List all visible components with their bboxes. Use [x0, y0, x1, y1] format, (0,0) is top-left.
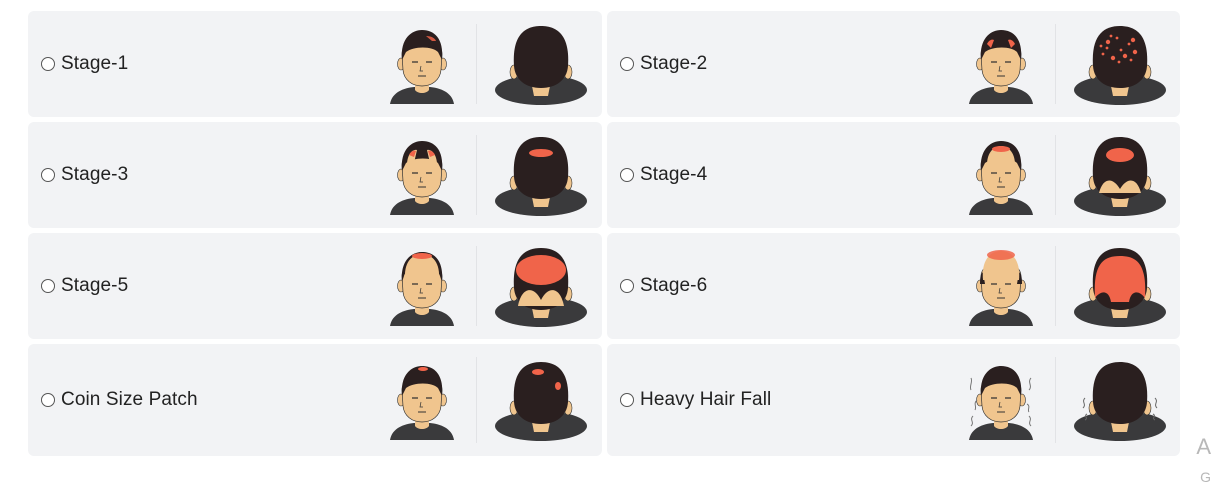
front-head-illustration	[386, 360, 458, 440]
option-label-group[interactable]: Heavy Hair Fall	[620, 389, 771, 411]
top-head-illustration	[494, 22, 588, 106]
divider	[1055, 246, 1056, 326]
corner-text-g: G	[1200, 469, 1211, 485]
front-head-illustration	[386, 24, 458, 104]
option-label-group[interactable]: Stage-5	[41, 275, 128, 297]
hair-stage-grid: Stage-1 Stage-2 Stage-3 Stage-4 Stage-5 …	[28, 11, 1180, 456]
top-head-illustration	[1073, 358, 1167, 442]
option-label: Stage-4	[640, 164, 708, 185]
radio-button[interactable]	[41, 393, 55, 407]
option-label: Stage-1	[61, 53, 129, 74]
option-label: Stage-5	[61, 275, 129, 296]
divider	[476, 24, 477, 104]
top-head-illustration	[1073, 22, 1167, 106]
hair-option-card[interactable]: Heavy Hair Fall	[607, 344, 1180, 456]
top-head-illustration	[494, 244, 588, 328]
hair-option-card[interactable]: Stage-6	[607, 233, 1180, 339]
option-label-group[interactable]: Stage-3	[41, 164, 128, 186]
top-head-illustration	[494, 358, 588, 442]
top-head-illustration	[494, 133, 588, 217]
radio-button[interactable]	[620, 279, 634, 293]
option-label-group[interactable]: Stage-1	[41, 53, 128, 75]
divider	[1055, 24, 1056, 104]
front-head-illustration	[386, 135, 458, 215]
hair-option-card[interactable]: Coin Size Patch	[28, 344, 602, 456]
top-head-illustration	[1073, 133, 1167, 217]
divider	[476, 246, 477, 326]
radio-button[interactable]	[41, 168, 55, 182]
hair-option-card[interactable]: Stage-2	[607, 11, 1180, 117]
option-label-group[interactable]: Stage-4	[620, 164, 707, 186]
radio-button[interactable]	[41, 279, 55, 293]
divider	[1055, 135, 1056, 215]
front-head-illustration	[965, 360, 1037, 440]
option-label: Stage-2	[640, 53, 708, 74]
front-head-illustration	[965, 246, 1037, 326]
front-head-illustration	[965, 135, 1037, 215]
hair-option-card[interactable]: Stage-4	[607, 122, 1180, 228]
option-label-group[interactable]: Coin Size Patch	[41, 389, 198, 411]
top-head-illustration	[1073, 244, 1167, 328]
radio-button[interactable]	[620, 168, 634, 182]
radio-button[interactable]	[620, 57, 634, 71]
option-label: Coin Size Patch	[61, 389, 198, 410]
hair-option-card[interactable]: Stage-5	[28, 233, 602, 339]
option-label: Heavy Hair Fall	[640, 389, 772, 410]
option-label-group[interactable]: Stage-6	[620, 275, 707, 297]
option-label: Stage-3	[61, 164, 129, 185]
corner-text-a: A	[1196, 434, 1211, 459]
option-label-group[interactable]: Stage-2	[620, 53, 707, 75]
option-label: Stage-6	[640, 275, 708, 296]
front-head-illustration	[386, 246, 458, 326]
hair-option-card[interactable]: Stage-1	[28, 11, 602, 117]
hair-option-card[interactable]: Stage-3	[28, 122, 602, 228]
radio-button[interactable]	[41, 57, 55, 71]
front-head-illustration	[965, 24, 1037, 104]
divider	[476, 357, 477, 443]
radio-button[interactable]	[620, 393, 634, 407]
divider	[476, 135, 477, 215]
divider	[1055, 357, 1056, 443]
